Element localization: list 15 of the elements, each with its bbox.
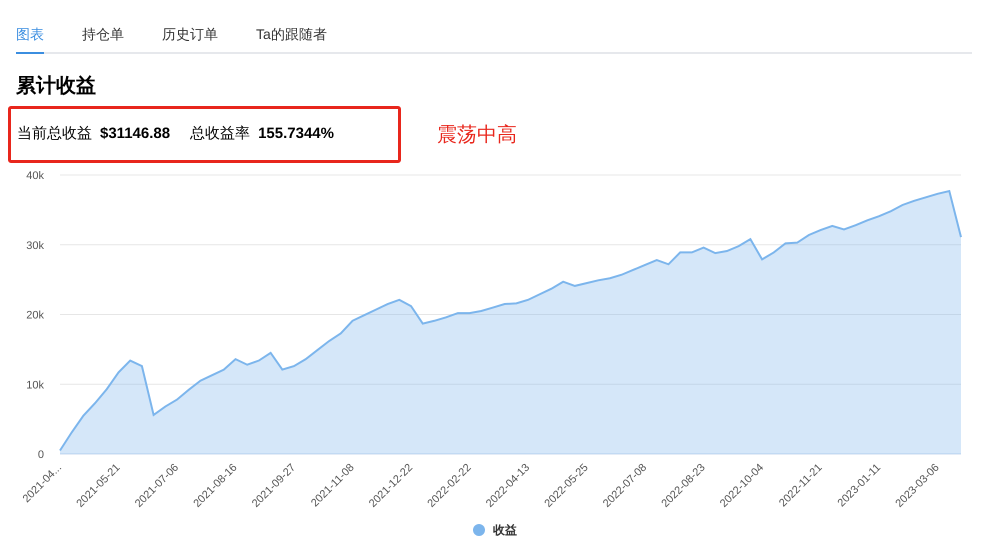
tab[interactable]: 历史订单 [162, 24, 218, 54]
y-axis-label: 30k [26, 240, 44, 252]
y-axis-label: 10k [26, 379, 44, 392]
tab[interactable]: Ta的跟随者 [256, 24, 327, 54]
rate-value: 155.7344% [258, 124, 334, 144]
y-axis-label: 20k [26, 310, 44, 322]
y-axis-label: 40k [26, 170, 44, 182]
section-title: 累计收益 [16, 74, 97, 99]
tab[interactable]: 持仓单 [82, 24, 124, 54]
rate-label: 总收益率 [190, 124, 250, 144]
profit-label: 当前总收益 [17, 124, 92, 144]
profit-value: $31146.88 [100, 124, 170, 144]
annotation-text: 震荡中高 [437, 122, 517, 148]
y-axis-label: 0 [38, 449, 44, 461]
legend-label: 收益 [493, 522, 517, 538]
